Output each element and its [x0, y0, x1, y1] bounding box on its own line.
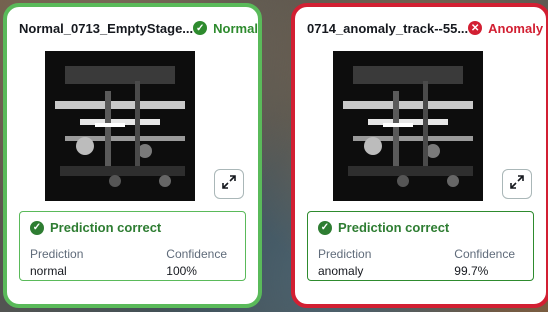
confidence-header: Confidence	[454, 247, 515, 261]
result-header: ✓ Prediction correct	[318, 220, 523, 235]
status-label: Anomaly	[488, 20, 544, 36]
image-filename: 0714_anomaly_track--55...	[307, 20, 469, 36]
prediction-column: Prediction normal	[30, 247, 83, 278]
card-header: 0714_anomaly_track--55... ✕ Anomaly	[307, 17, 543, 39]
check-circle-icon: ✓	[318, 220, 332, 235]
check-circle-icon: ✓	[193, 21, 208, 35]
status-badge: ✓ Normal	[193, 21, 258, 36]
x-circle-icon: ✕	[468, 21, 483, 35]
inspection-image[interactable]	[333, 51, 483, 201]
confidence-value: 100%	[166, 264, 197, 278]
check-circle-icon: ✓	[30, 220, 44, 235]
prediction-result-panel: ✓ Prediction correct Prediction normal C…	[19, 211, 246, 281]
result-label: Prediction correct	[50, 220, 162, 235]
image-card-normal[interactable]: Normal_0713_EmptyStage... ✓ Normal ✓ Pre…	[3, 3, 262, 308]
confidence-column: Confidence 99.7%	[454, 247, 515, 278]
image-area	[19, 51, 246, 201]
expand-icon	[509, 174, 525, 195]
confidence-value: 99.7%	[454, 264, 489, 278]
expand-button[interactable]	[214, 169, 244, 199]
prediction-result-panel: ✓ Prediction correct Prediction anomaly …	[307, 211, 534, 281]
prediction-value: normal	[30, 264, 67, 278]
expand-button[interactable]	[502, 169, 532, 199]
prediction-header: Prediction	[30, 247, 84, 261]
confidence-column: Confidence 100%	[166, 247, 227, 278]
result-values: Prediction anomaly Confidence 99.7%	[318, 247, 523, 278]
result-label: Prediction correct	[338, 220, 450, 235]
result-header: ✓ Prediction correct	[30, 220, 235, 235]
prediction-value: anomaly	[318, 264, 364, 278]
status-badge: ✕ Anomaly	[468, 21, 543, 36]
card-header: Normal_0713_EmptyStage... ✓ Normal	[19, 17, 258, 39]
image-area	[307, 51, 534, 201]
status-label: Normal	[213, 20, 258, 36]
result-values: Prediction normal Confidence 100%	[30, 247, 235, 278]
image-filename: Normal_0713_EmptyStage...	[19, 20, 194, 36]
image-card-anomaly[interactable]: 0714_anomaly_track--55... ✕ Anomaly ✓ Pr…	[291, 3, 548, 308]
prediction-column: Prediction anomaly	[318, 247, 371, 278]
prediction-header: Prediction	[318, 247, 372, 261]
confidence-header: Confidence	[166, 247, 227, 261]
expand-icon	[221, 174, 237, 195]
inspection-image[interactable]	[45, 51, 195, 201]
